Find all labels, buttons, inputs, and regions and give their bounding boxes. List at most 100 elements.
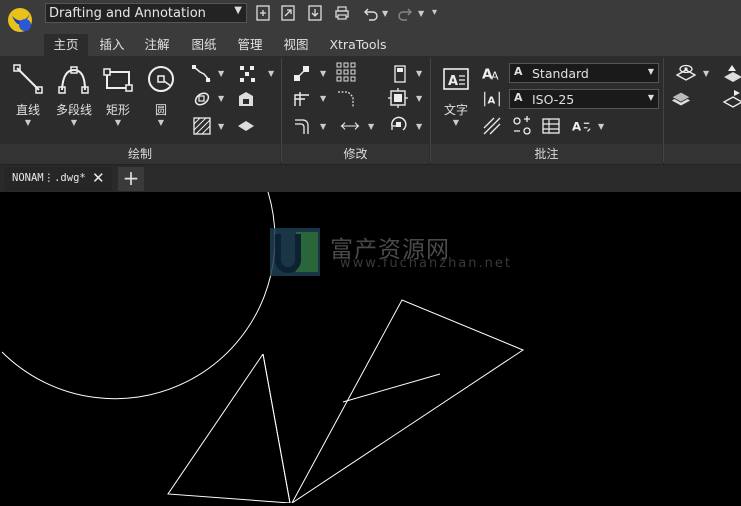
document-tab-label: NONAM⋮.dwg*: [12, 172, 86, 184]
close-icon[interactable]: ✕: [92, 169, 105, 187]
modify-panel-title[interactable]: 修改: [282, 144, 429, 164]
dimension-style-dropdown[interactable]: A ISO-25 ▼: [509, 89, 659, 109]
redo-dropdown-icon[interactable]: ▼: [418, 9, 424, 18]
rectangle-label: 矩形: [105, 103, 130, 117]
drawn-triangle: [167, 353, 291, 504]
text-style-combo-icon: A: [514, 65, 523, 78]
ribbon: 直线 ▼ 多段线 ▼ 矩形 ▼ 圆 ▼ ▼ ▼ ▼ ▼ ▼ ▼ ▼ ▼ ▼ ▼ …: [0, 56, 741, 192]
polyline-button[interactable]: 多段线 ▼: [52, 62, 96, 127]
offset-icon[interactable]: [292, 116, 312, 136]
watermark-logo-icon: [270, 228, 320, 276]
spline-icon[interactable]: [192, 89, 212, 109]
undo-icon[interactable]: [361, 4, 379, 22]
construction-line-icon[interactable]: [192, 64, 212, 84]
text-style-icon[interactable]: AA: [482, 63, 502, 83]
print-icon[interactable]: [333, 4, 351, 22]
new-tab-button[interactable]: +: [118, 167, 144, 191]
trim-icon[interactable]: [292, 89, 312, 109]
chevron-down-icon[interactable]: ▼: [416, 69, 422, 78]
tab-view[interactable]: 视图: [276, 34, 316, 56]
circle-button[interactable]: 圆 ▼: [141, 62, 181, 127]
chevron-down-icon[interactable]: ▼: [416, 94, 422, 103]
layers-panel-title[interactable]: [664, 144, 741, 164]
chevron-down-icon[interactable]: ▼: [416, 122, 422, 131]
svg-text:A: A: [487, 96, 495, 107]
chevron-down-icon[interactable]: ▼: [218, 69, 224, 78]
tab-annotate[interactable]: 注解: [137, 34, 177, 56]
text-edit-icon[interactable]: A: [572, 116, 592, 136]
region-icon[interactable]: [236, 89, 256, 109]
draw-panel-title[interactable]: 绘制: [0, 144, 280, 164]
explode-icon[interactable]: [388, 88, 408, 108]
dimension-style-value: ISO-25: [532, 92, 575, 107]
app-logo-icon[interactable]: [6, 6, 36, 36]
drawn-quad: [291, 299, 525, 504]
text-style-dropdown[interactable]: A Standard ▼: [509, 63, 659, 83]
tab-insert[interactable]: 插入: [92, 34, 132, 56]
layer-match-icon[interactable]: [722, 88, 741, 108]
workspace-dropdown[interactable]: Drafting and Annotation ▼: [45, 3, 247, 23]
workspace-label: Drafting and Annotation: [49, 6, 206, 21]
new-file-icon[interactable]: [254, 4, 272, 22]
text-style-value: Standard: [532, 66, 589, 81]
chevron-down-icon[interactable]: ▼: [598, 122, 604, 131]
tab-xtratools[interactable]: XtraTools: [322, 34, 394, 56]
chevron-down-icon[interactable]: ▼: [320, 69, 326, 78]
chevron-down-icon[interactable]: ▼: [320, 122, 326, 131]
hatch-icon[interactable]: [192, 116, 212, 136]
rectangle-button[interactable]: 矩形 ▼: [98, 62, 138, 127]
svg-text:A: A: [491, 69, 499, 82]
dimension-style-icon[interactable]: A: [482, 89, 502, 109]
tab-layout[interactable]: 图纸: [184, 34, 224, 56]
chevron-down-icon[interactable]: ▼: [320, 94, 326, 103]
multileader-icon[interactable]: [482, 116, 502, 136]
document-tab[interactable]: NONAM⋮.dwg* ✕: [4, 167, 112, 191]
chevron-down-icon[interactable]: ▼: [268, 69, 274, 78]
text-button[interactable]: A 文字 ▼: [436, 62, 476, 127]
array-icon[interactable]: [336, 62, 356, 82]
save-icon[interactable]: [306, 4, 324, 22]
chevron-down-icon: ▼: [647, 93, 654, 102]
undo-dropdown-icon[interactable]: ▼: [382, 9, 388, 18]
move-icon[interactable]: [292, 64, 312, 84]
chevron-down-icon[interactable]: ▼: [368, 122, 374, 131]
chevron-down-icon: ▼: [452, 118, 460, 127]
chevron-down-icon: ▼: [647, 67, 654, 76]
redo-icon[interactable]: [397, 4, 415, 22]
watermark-url: www.fuchanzhan.net: [340, 256, 512, 271]
chevron-down-icon: ▼: [24, 118, 32, 127]
svg-text:A: A: [448, 74, 458, 89]
document-tab-bar: NONAM⋮.dwg* ✕ +: [0, 164, 741, 193]
drawn-arc: [1, 191, 276, 400]
wipeout-icon[interactable]: [236, 116, 256, 136]
chevron-down-icon[interactable]: ▼: [218, 94, 224, 103]
customize-quick-access-icon[interactable]: ▾: [432, 7, 437, 18]
tab-home[interactable]: 主页: [44, 34, 88, 56]
rectangle-icon: [103, 68, 133, 92]
line-button[interactable]: 直线 ▼: [8, 62, 48, 127]
polyline-icon: [58, 66, 89, 94]
fillet-icon[interactable]: [336, 89, 356, 109]
table-point-icon[interactable]: [512, 116, 532, 136]
dim-style-combo-icon: A: [514, 91, 523, 104]
text-icon: A: [443, 68, 469, 90]
chevron-down-icon: ▼: [234, 5, 242, 16]
erase-icon[interactable]: [390, 64, 410, 84]
layer-stack-icon[interactable]: [671, 88, 691, 108]
point-icon[interactable]: [238, 64, 258, 84]
chevron-down-icon[interactable]: ▼: [218, 122, 224, 131]
line-icon: [13, 64, 43, 94]
annotate-panel-title[interactable]: 批注: [431, 144, 662, 164]
table-icon[interactable]: [541, 116, 561, 136]
svg-text:A: A: [572, 120, 582, 134]
circle-icon: [148, 66, 174, 92]
layer-properties-icon[interactable]: [676, 63, 696, 83]
chevron-down-icon[interactable]: ▼: [703, 69, 709, 78]
layer-state-icon[interactable]: [722, 63, 741, 83]
rotate-icon[interactable]: [388, 114, 408, 134]
open-file-icon[interactable]: [279, 4, 297, 22]
stretch-icon[interactable]: [340, 116, 360, 136]
circle-label: 圆: [154, 103, 167, 117]
chevron-down-icon: ▼: [157, 118, 165, 127]
tab-manage[interactable]: 管理: [230, 34, 270, 56]
